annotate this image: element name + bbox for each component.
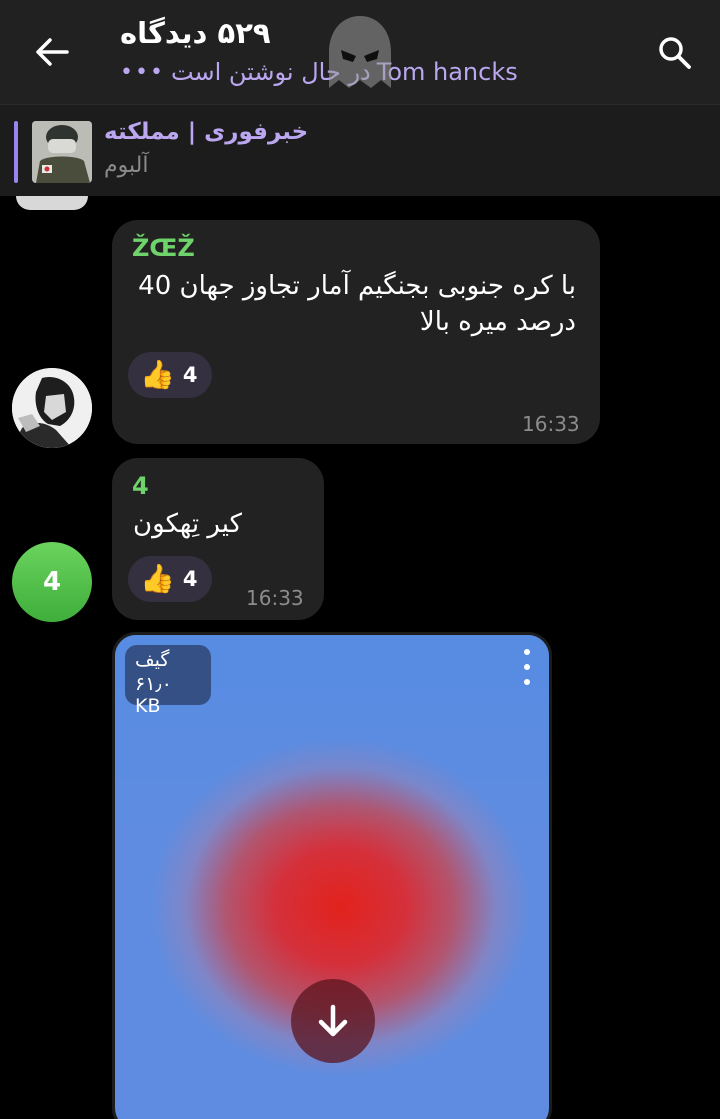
message-time: 16:33 bbox=[522, 412, 580, 436]
thumbs-up-icon: 👍 bbox=[140, 562, 175, 595]
message-bubble[interactable]: ŽŒŽ با کره جنوبی بجنگیم آمار تجاوز جهان … bbox=[112, 220, 600, 444]
message-text: کیر تِهکون bbox=[133, 509, 242, 539]
search-button[interactable] bbox=[646, 24, 704, 82]
message-text: با کره جنوبی بجنگیم آمار تجاوز جهان 40 د… bbox=[138, 271, 576, 337]
more-options-button[interactable] bbox=[517, 649, 537, 685]
message-bubble[interactable]: 4 کیر تِهکون 👍 4 16:33 bbox=[112, 458, 324, 620]
back-button[interactable] bbox=[22, 22, 82, 82]
dot-icon bbox=[524, 679, 530, 685]
sender-name[interactable]: ŽŒŽ bbox=[132, 234, 195, 262]
search-icon bbox=[659, 37, 691, 69]
typing-dots: ••• bbox=[120, 59, 165, 85]
pinned-message[interactable]: خبرفوری | مملکته آلبوم bbox=[0, 104, 720, 196]
thumbs-up-icon: 👍 bbox=[140, 358, 175, 391]
reaction-count: 4 bbox=[182, 567, 198, 591]
gif-info-badge: گیف ۶۱٫۰ KB bbox=[125, 645, 211, 717]
dot-icon bbox=[524, 649, 530, 655]
download-button[interactable] bbox=[291, 979, 375, 1063]
download-arrow-icon bbox=[318, 1004, 348, 1037]
reaction-chip[interactable]: 👍 4 bbox=[128, 556, 212, 602]
pinned-channel-name: خبرفوری | مملکته bbox=[104, 119, 309, 145]
pinned-accent-bar bbox=[14, 121, 18, 183]
gif-file-size: ۶۱٫۰ KB bbox=[135, 673, 172, 717]
sender-name[interactable]: 4 bbox=[132, 472, 149, 500]
arrow-left-icon bbox=[36, 38, 69, 66]
avatar-letter: 4 bbox=[42, 567, 62, 597]
gif-type-label: گیف bbox=[135, 649, 170, 671]
typing-user: Tom hancks bbox=[376, 58, 518, 86]
ghost-icon bbox=[329, 16, 391, 88]
gif-message[interactable]: گیف ۶۱٫۰ KB bbox=[112, 632, 552, 1119]
top-bar: ۵۲۹ دیدگاه ••• در حال نوشتن است Tom hanc… bbox=[0, 0, 720, 104]
typing-status: ••• در حال نوشتن است Tom hancks bbox=[120, 58, 518, 86]
chat-title[interactable]: ۵۲۹ دیدگاه bbox=[120, 16, 271, 50]
avatar[interactable]: 4 bbox=[12, 542, 92, 622]
avatar[interactable] bbox=[16, 196, 88, 210]
reaction-count: 4 bbox=[182, 363, 198, 387]
avatar[interactable] bbox=[12, 368, 92, 448]
message-time: 16:33 bbox=[246, 586, 304, 610]
reaction-chip[interactable]: 👍 4 bbox=[128, 352, 212, 398]
pinned-thumbnail bbox=[32, 121, 92, 183]
dot-icon bbox=[524, 664, 530, 670]
pinned-subtitle: آلبوم bbox=[104, 153, 149, 178]
